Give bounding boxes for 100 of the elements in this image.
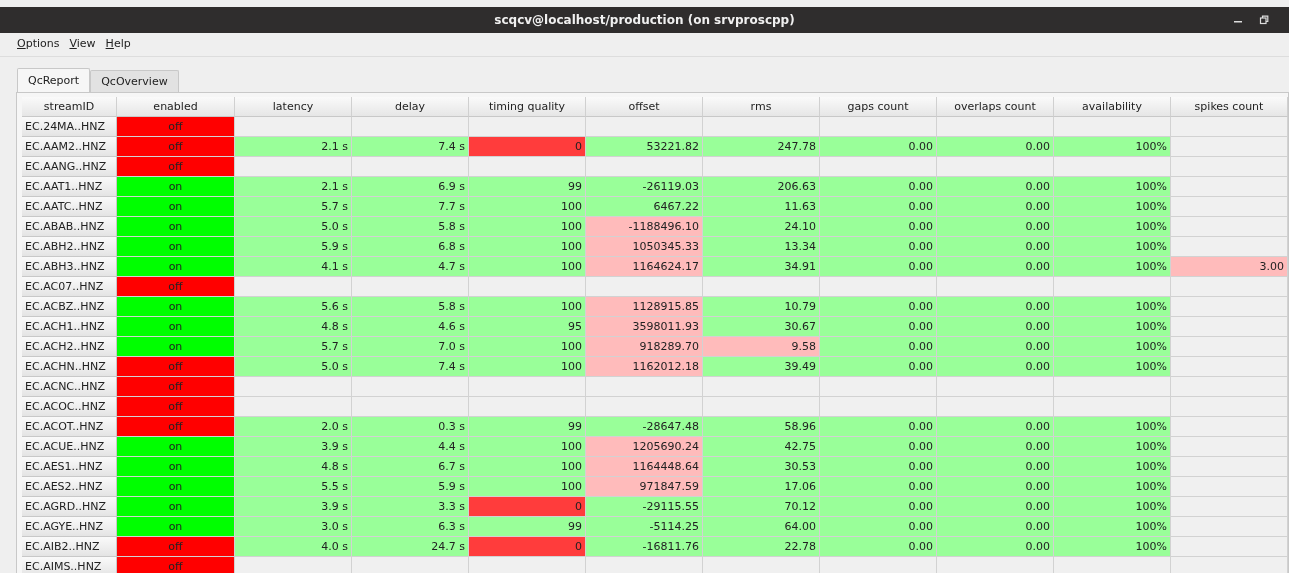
table-cell: on bbox=[117, 177, 235, 197]
row-header[interactable]: EC.24MA..HNZ bbox=[22, 117, 117, 137]
table-cell: 100% bbox=[1054, 357, 1171, 377]
table-cell: 0.00 bbox=[820, 297, 937, 317]
table-cell: 100% bbox=[1054, 237, 1171, 257]
table-cell: 100 bbox=[469, 337, 586, 357]
table-cell: 100% bbox=[1054, 317, 1171, 337]
column-header[interactable]: streamID bbox=[22, 97, 117, 117]
table-cell: 100% bbox=[1054, 417, 1171, 437]
column-header[interactable]: rms bbox=[703, 97, 820, 117]
table-cell: 0.00 bbox=[820, 417, 937, 437]
table-cell: 206.63 bbox=[703, 177, 820, 197]
table-cell: 6.7 s bbox=[352, 457, 469, 477]
table-cell: on bbox=[117, 297, 235, 317]
menu-item[interactable]: Options bbox=[17, 37, 60, 52]
table-cell: 247.78 bbox=[703, 137, 820, 157]
row-header[interactable]: EC.ABAB..HNZ bbox=[22, 217, 117, 237]
column-header[interactable]: enabled bbox=[117, 97, 235, 117]
restore-icon[interactable] bbox=[1259, 15, 1269, 25]
table-cell: 5.7 s bbox=[235, 197, 352, 217]
menu-item[interactable]: View bbox=[69, 37, 96, 52]
column-header[interactable]: offset bbox=[586, 97, 703, 117]
column-header[interactable]: spikes count bbox=[1171, 97, 1288, 117]
row-header[interactable]: EC.AATC..HNZ bbox=[22, 197, 117, 217]
row-header[interactable]: EC.ACOT..HNZ bbox=[22, 417, 117, 437]
table-cell: 5.6 s bbox=[235, 297, 352, 317]
table-cell: 7.0 s bbox=[352, 337, 469, 357]
table-cell: 0 bbox=[469, 497, 586, 517]
column-header[interactable]: overlaps count bbox=[937, 97, 1054, 117]
table-cell: 4.8 s bbox=[235, 317, 352, 337]
table-cell: 22.78 bbox=[703, 537, 820, 557]
column-header[interactable]: availability bbox=[1054, 97, 1171, 117]
table-cell: 3.00 bbox=[1171, 257, 1288, 277]
row-header[interactable]: EC.ACOC..HNZ bbox=[22, 397, 117, 417]
column-header[interactable]: timing quality bbox=[469, 97, 586, 117]
table-cell: on bbox=[117, 257, 235, 277]
table-cell: 100 bbox=[469, 457, 586, 477]
table-cell: off bbox=[117, 137, 235, 157]
table-cell: 5.8 s bbox=[352, 297, 469, 317]
table-cell: 30.53 bbox=[703, 457, 820, 477]
table-cell: 0.00 bbox=[937, 317, 1054, 337]
column-header[interactable]: gaps count bbox=[820, 97, 937, 117]
row-header[interactable]: EC.AGYE..HNZ bbox=[22, 517, 117, 537]
table-cell: 0.00 bbox=[937, 257, 1054, 277]
tab[interactable]: QcOverview bbox=[90, 70, 179, 92]
table-cell: on bbox=[117, 317, 235, 337]
column-header[interactable]: latency bbox=[235, 97, 352, 117]
table-cell: 100% bbox=[1054, 497, 1171, 517]
row-header[interactable]: EC.ABH2..HNZ bbox=[22, 237, 117, 257]
table-cell: off bbox=[117, 557, 235, 573]
table-cell: -5114.25 bbox=[586, 517, 703, 537]
table-cell: off bbox=[117, 117, 235, 137]
tab[interactable]: QcReport bbox=[17, 68, 91, 92]
table-cell: 100 bbox=[469, 357, 586, 377]
row-header[interactable]: EC.AAM2..HNZ bbox=[22, 137, 117, 157]
row-header[interactable]: EC.AIMS..HNZ bbox=[22, 557, 117, 573]
table-cell: 0.00 bbox=[820, 177, 937, 197]
row-header[interactable]: EC.ACH1..HNZ bbox=[22, 317, 117, 337]
table-cell: 4.1 s bbox=[235, 257, 352, 277]
table-cell: on bbox=[117, 457, 235, 477]
table-cell: 100% bbox=[1054, 297, 1171, 317]
table-cell: 100% bbox=[1054, 537, 1171, 557]
row-header[interactable]: EC.AES1..HNZ bbox=[22, 457, 117, 477]
table-cell: 58.96 bbox=[703, 417, 820, 437]
table-cell: 5.7 s bbox=[235, 337, 352, 357]
table-cell: 100 bbox=[469, 197, 586, 217]
table-cell: 0.00 bbox=[937, 197, 1054, 217]
table-cell: 4.0 s bbox=[235, 537, 352, 557]
row-header[interactable]: EC.AC07..HNZ bbox=[22, 277, 117, 297]
row-header[interactable]: EC.AIB2..HNZ bbox=[22, 537, 117, 557]
table-cell: 3.0 s bbox=[235, 517, 352, 537]
table-cell: -26119.03 bbox=[586, 177, 703, 197]
table-cell: 39.49 bbox=[703, 357, 820, 377]
table-cell: 0.00 bbox=[937, 297, 1054, 317]
table-cell: -28647.48 bbox=[586, 417, 703, 437]
table-cell: 0.00 bbox=[820, 317, 937, 337]
table-cell: 100% bbox=[1054, 137, 1171, 157]
row-header[interactable]: EC.ACHN..HNZ bbox=[22, 357, 117, 377]
table-cell: -16811.76 bbox=[586, 537, 703, 557]
row-header[interactable]: EC.ABH3..HNZ bbox=[22, 257, 117, 277]
table-cell: 100% bbox=[1054, 477, 1171, 497]
column-header[interactable]: delay bbox=[352, 97, 469, 117]
row-header[interactable]: EC.ACH2..HNZ bbox=[22, 337, 117, 357]
row-header[interactable]: EC.ACBZ..HNZ bbox=[22, 297, 117, 317]
table-cell: off bbox=[117, 537, 235, 557]
table-cell: -29115.55 bbox=[586, 497, 703, 517]
row-header[interactable]: EC.AGRD..HNZ bbox=[22, 497, 117, 517]
table-cell: 24.10 bbox=[703, 217, 820, 237]
table-cell: 100% bbox=[1054, 217, 1171, 237]
table-cell: 1164448.64 bbox=[586, 457, 703, 477]
table-cell: 3.9 s bbox=[235, 497, 352, 517]
row-header[interactable]: EC.ACUE..HNZ bbox=[22, 437, 117, 457]
table-cell: on bbox=[117, 437, 235, 457]
row-header[interactable]: EC.AANG..HNZ bbox=[22, 157, 117, 177]
row-header[interactable]: EC.ACNC..HNZ bbox=[22, 377, 117, 397]
table-cell: 0.3 s bbox=[352, 417, 469, 437]
table-cell: 5.0 s bbox=[235, 357, 352, 377]
menu-item[interactable]: Help bbox=[105, 37, 131, 52]
row-header[interactable]: EC.AAT1..HNZ bbox=[22, 177, 117, 197]
row-header[interactable]: EC.AES2..HNZ bbox=[22, 477, 117, 497]
